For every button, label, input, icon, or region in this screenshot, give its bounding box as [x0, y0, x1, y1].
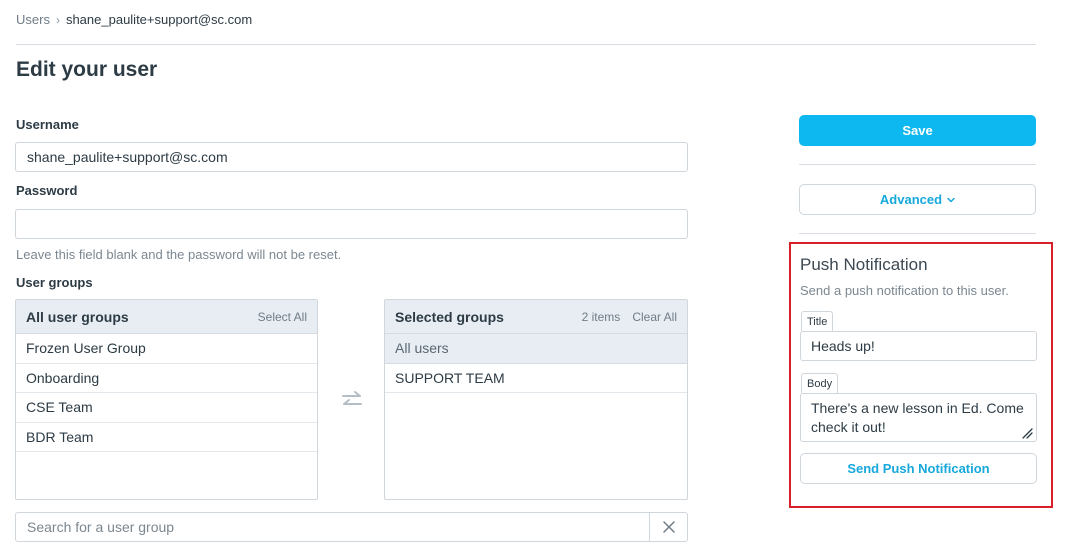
- password-label: Password: [16, 183, 78, 198]
- push-title-input[interactable]: [800, 331, 1037, 361]
- all-groups-header: All user groups Select All: [16, 300, 317, 334]
- user-groups-label: User groups: [16, 275, 93, 290]
- username-label: Username: [16, 117, 79, 132]
- push-notification-panel: Push Notification Send a push notificati…: [789, 242, 1053, 508]
- breadcrumb-chevron-icon: ›: [55, 12, 60, 27]
- selected-item-all-users[interactable]: All users: [385, 334, 687, 364]
- select-all-button[interactable]: Select All: [258, 310, 307, 324]
- chevron-down-icon: [947, 197, 955, 202]
- group-search: [15, 512, 688, 542]
- all-user-groups-list: All user groups Select All Frozen User G…: [15, 299, 318, 500]
- group-item-cse-team[interactable]: CSE Team: [16, 393, 317, 423]
- advanced-label: Advanced: [879, 192, 943, 207]
- clear-all-button[interactable]: Clear All: [632, 310, 677, 324]
- group-item-bdr-team[interactable]: BDR Team: [16, 423, 317, 452]
- password-input[interactable]: [15, 209, 688, 239]
- push-body-label: Body: [801, 373, 839, 393]
- breadcrumb-current: shane_paulite+support@sc.com: [65, 12, 253, 27]
- group-item-frozen-user-group[interactable]: Frozen User Group: [16, 334, 317, 364]
- close-icon[interactable]: [649, 513, 687, 541]
- username-input[interactable]: [15, 142, 688, 172]
- resize-handle-icon[interactable]: [1021, 427, 1033, 439]
- push-title: Push Notification: [800, 255, 928, 274]
- group-search-input[interactable]: [16, 513, 649, 541]
- breadcrumb: Users › shane_paulite+support@sc.com: [16, 12, 252, 27]
- sidebar-divider-2: [799, 233, 1036, 234]
- push-description: Send a push notification to this user.: [800, 283, 1009, 298]
- push-body-textarea[interactable]: There's a new lesson in Ed. Come check i…: [800, 393, 1037, 442]
- sidebar-divider: [799, 164, 1036, 165]
- password-hint: Leave this field blank and the password …: [16, 247, 342, 262]
- selected-item-support-team[interactable]: SUPPORT TEAM: [385, 364, 687, 393]
- selected-groups-header: Selected groups 2 items Clear All: [385, 300, 687, 334]
- header-divider: [16, 44, 1036, 45]
- save-button[interactable]: Save: [799, 115, 1036, 146]
- group-item-onboarding[interactable]: Onboarding: [16, 364, 317, 393]
- page-title: Edit your user: [16, 58, 158, 81]
- advanced-button[interactable]: Advanced: [799, 184, 1036, 215]
- push-title-label: Title: [801, 311, 834, 331]
- selected-count: 2 items: [581, 309, 621, 324]
- breadcrumb-users-link[interactable]: Users: [16, 12, 50, 27]
- send-push-notification-button[interactable]: Send Push Notification: [800, 453, 1037, 484]
- selected-groups-title: Selected groups: [395, 308, 504, 325]
- selected-groups-list: Selected groups 2 items Clear All All us…: [384, 299, 688, 500]
- swap-arrows-icon: [342, 391, 362, 405]
- all-groups-title: All user groups: [26, 308, 129, 325]
